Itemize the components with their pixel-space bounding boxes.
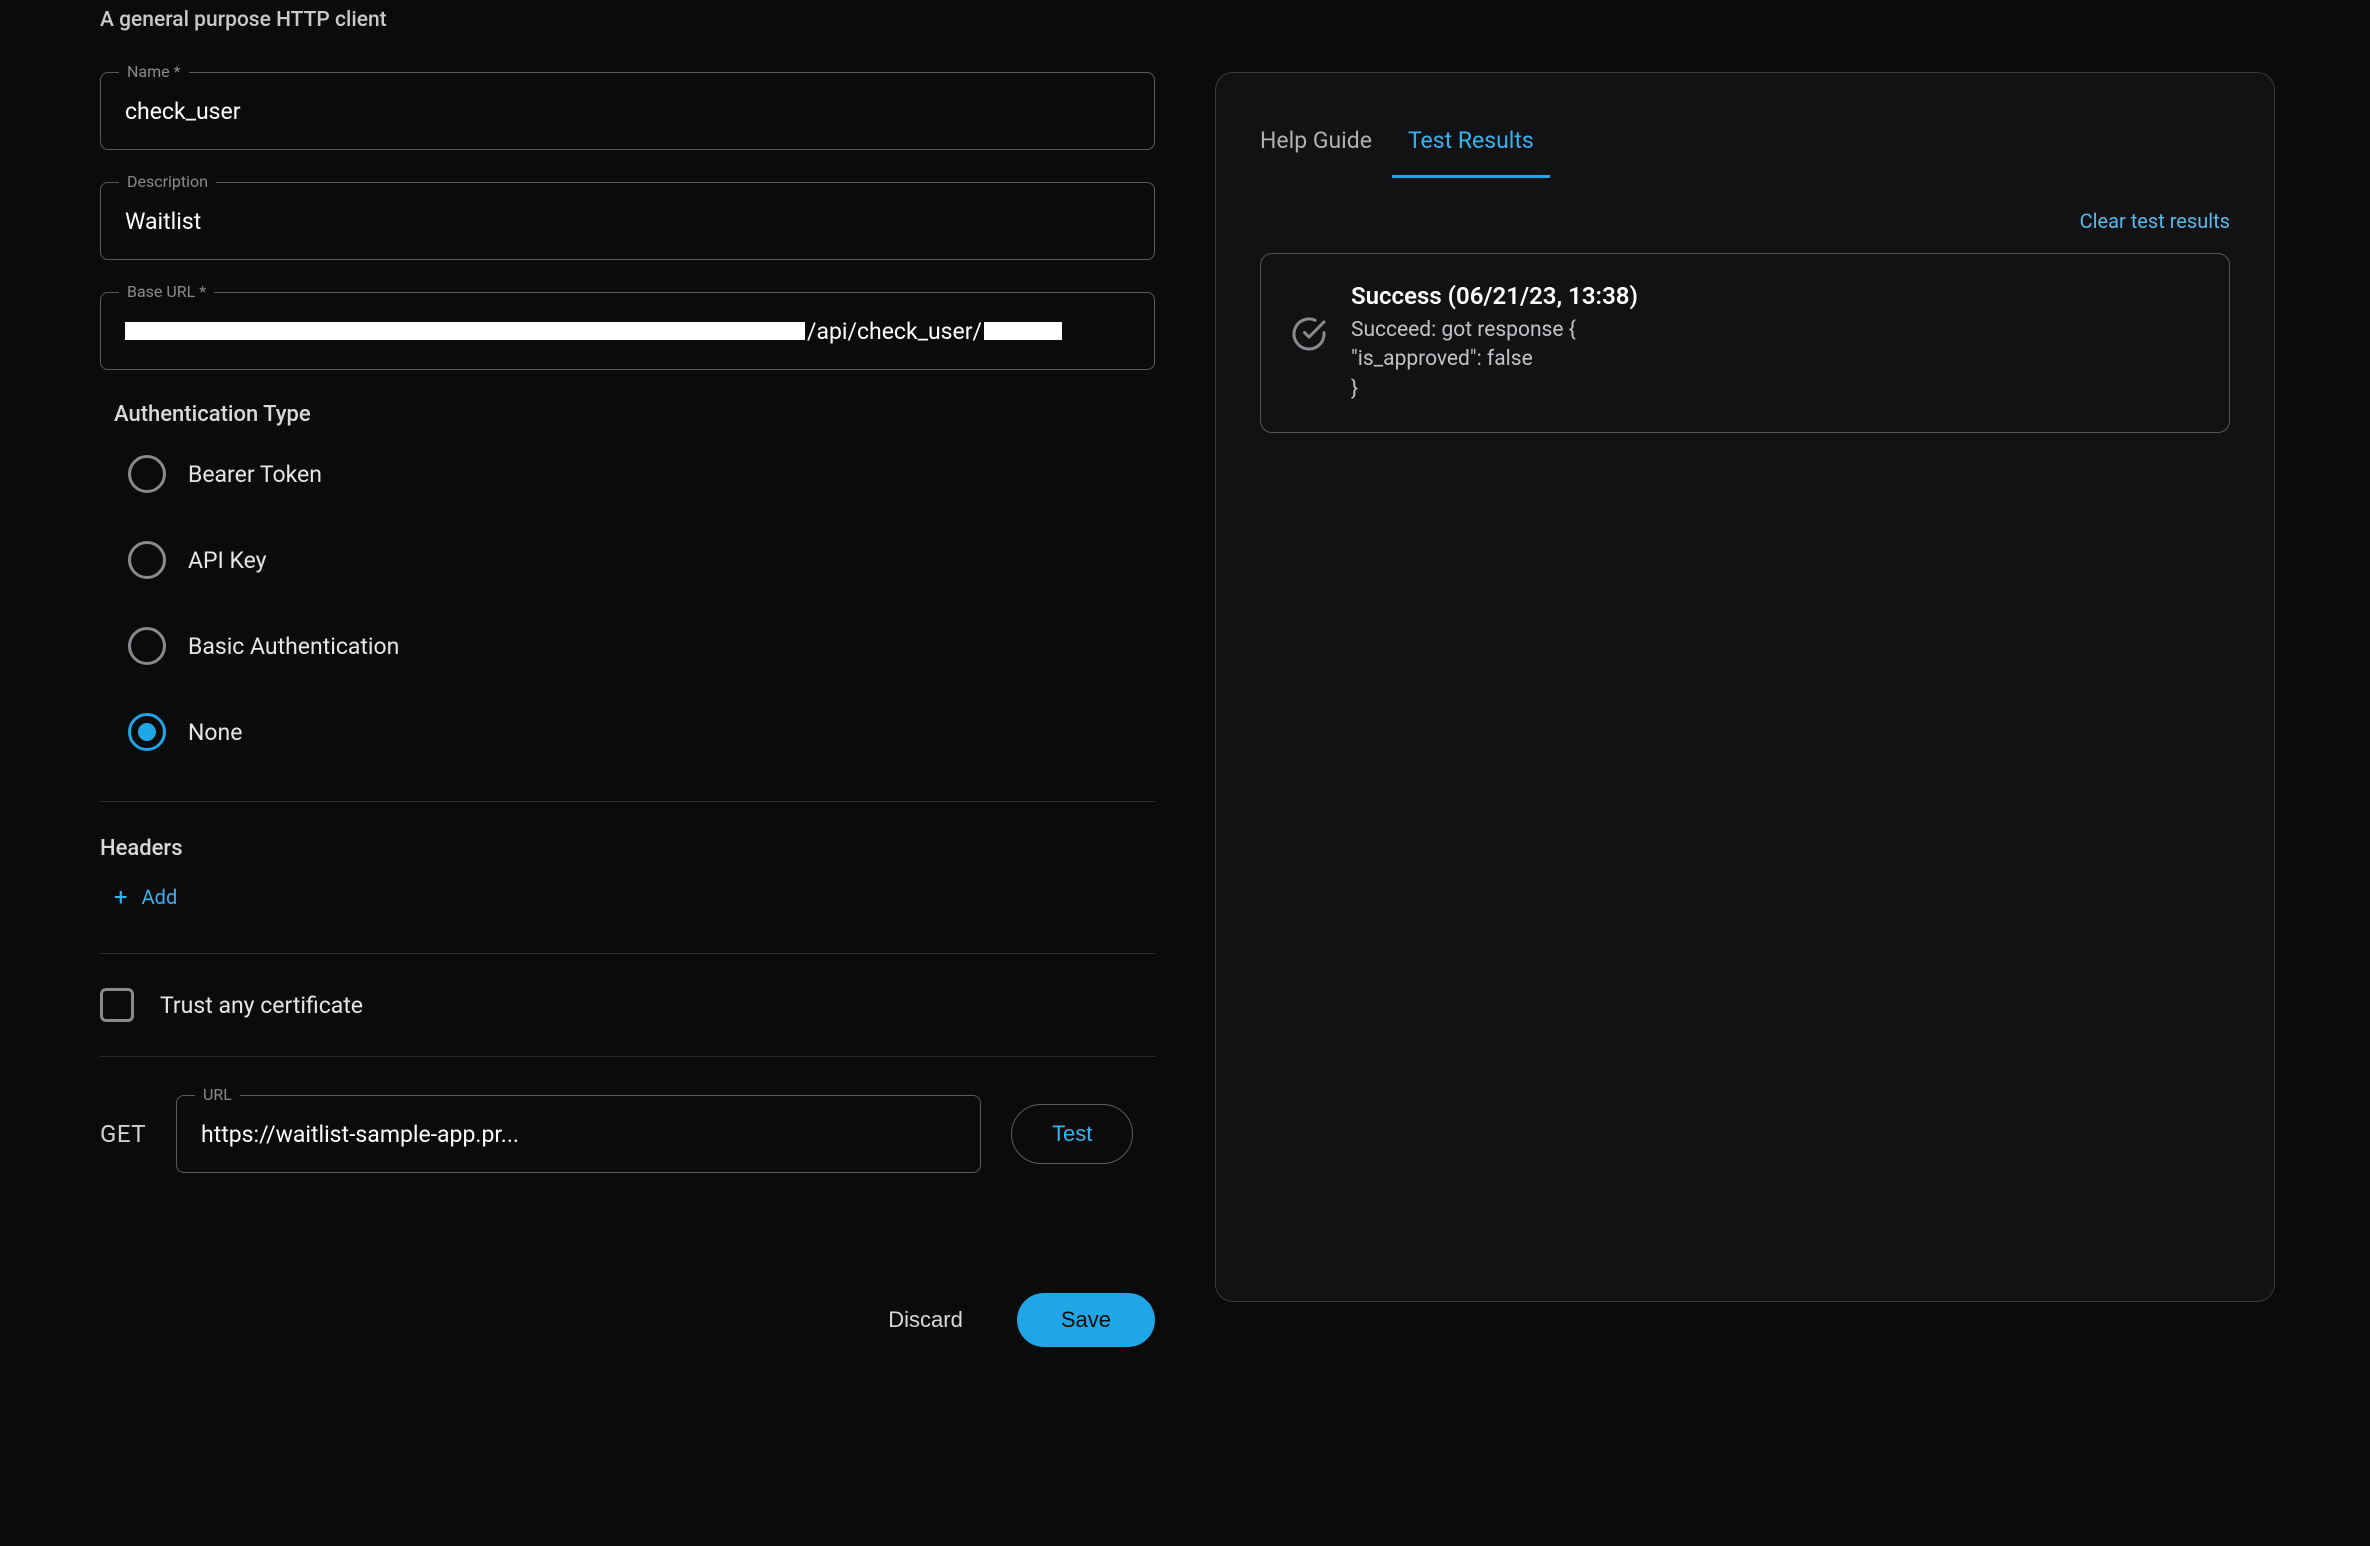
add-header-button[interactable]: + Add	[100, 885, 177, 909]
result-title: Success (06/21/23, 13:38)	[1351, 282, 2199, 310]
tab-help-guide[interactable]: Help Guide	[1260, 103, 1372, 178]
description-field[interactable]: Description	[100, 182, 1155, 260]
test-result-card: Success (06/21/23, 13:38) Succeed: got r…	[1260, 253, 2230, 433]
trust-cert-row[interactable]: Trust any certificate	[100, 988, 1155, 1022]
base-url-visible: /api/check_user/	[807, 318, 982, 345]
headers-section-title: Headers	[100, 836, 1155, 861]
radio-basic-auth[interactable]: Basic Authentication	[128, 627, 1155, 665]
divider	[100, 953, 1155, 954]
redacted-segment	[125, 322, 805, 340]
name-input[interactable]	[125, 98, 1130, 125]
radio-none[interactable]: None	[128, 713, 1155, 751]
divider	[100, 801, 1155, 802]
panel-tabs: Help Guide Test Results	[1260, 103, 2230, 179]
save-button[interactable]: Save	[1017, 1293, 1155, 1347]
description-input[interactable]	[125, 208, 1130, 235]
result-line: "is_approved": false	[1351, 345, 2199, 374]
base-url-input[interactable]: /api/check_user/	[125, 318, 1130, 345]
auth-section-title: Authentication Type	[100, 402, 1155, 427]
form-panel: Name * Description Base URL * /api/check…	[100, 72, 1155, 1347]
radio-icon	[128, 713, 166, 751]
test-row: GET URL Test	[100, 1095, 1155, 1173]
radio-icon	[128, 541, 166, 579]
radio-label: Bearer Token	[188, 461, 322, 488]
plus-icon: +	[114, 885, 128, 909]
base-url-label: Base URL *	[119, 282, 214, 301]
name-label: Name *	[119, 62, 189, 81]
clear-test-results-link[interactable]: Clear test results	[1260, 209, 2230, 233]
auth-radio-group: Bearer Token API Key Basic Authenticatio…	[100, 455, 1155, 751]
footer-actions: Discard Save	[100, 1293, 1155, 1347]
radio-bearer-token[interactable]: Bearer Token	[128, 455, 1155, 493]
result-line: Succeed: got response {	[1351, 316, 2199, 345]
side-panel: Help Guide Test Results Clear test resul…	[1215, 72, 2275, 1302]
radio-icon	[128, 455, 166, 493]
url-field[interactable]: URL	[176, 1095, 981, 1173]
divider	[100, 1056, 1155, 1057]
tab-test-results[interactable]: Test Results	[1408, 103, 1534, 178]
radio-label: None	[188, 719, 242, 746]
redacted-segment	[984, 322, 1062, 340]
radio-label: Basic Authentication	[188, 633, 399, 660]
radio-api-key[interactable]: API Key	[128, 541, 1155, 579]
result-line: }	[1351, 375, 2199, 404]
check-circle-icon	[1291, 316, 1327, 356]
radio-label: API Key	[188, 547, 267, 574]
base-url-field[interactable]: Base URL * /api/check_user/	[100, 292, 1155, 370]
add-button-label: Add	[142, 885, 178, 909]
trust-cert-label: Trust any certificate	[160, 992, 363, 1019]
name-field[interactable]: Name *	[100, 72, 1155, 150]
url-label: URL	[195, 1085, 240, 1104]
http-method-label: GET	[100, 1120, 146, 1148]
url-input[interactable]	[201, 1121, 956, 1148]
page-subtitle: A general purpose HTTP client	[60, 0, 2310, 72]
checkbox-icon	[100, 988, 134, 1022]
discard-button[interactable]: Discard	[868, 1293, 983, 1347]
result-body-text: Succeed: got response { "is_approved": f…	[1351, 316, 2199, 404]
description-label: Description	[119, 172, 216, 191]
radio-icon	[128, 627, 166, 665]
test-button[interactable]: Test	[1011, 1104, 1133, 1164]
